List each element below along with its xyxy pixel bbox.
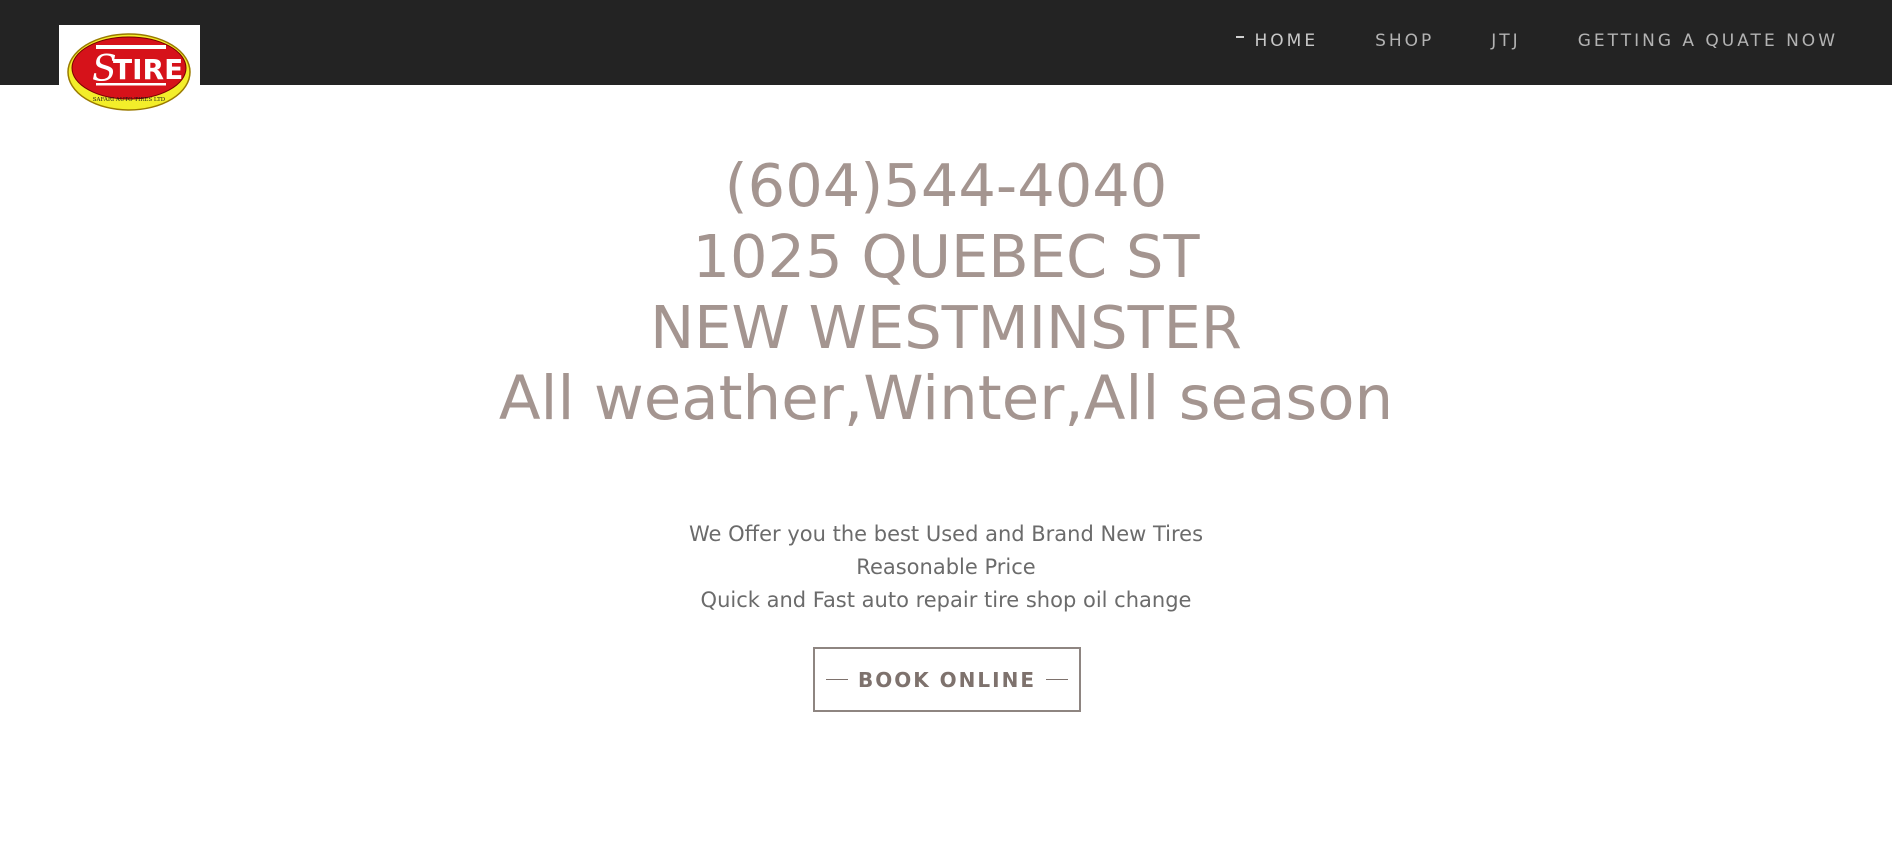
tire-types: All weather,Winter,All season (498, 363, 1394, 434)
nav-item-home[interactable]: HOME (1236, 31, 1319, 51)
dash-icon (825, 679, 848, 680)
logo-text: TIRE (113, 53, 183, 86)
nav-item-shop[interactable]: SHOP (1375, 31, 1434, 51)
nav-item-label: SHOP (1375, 31, 1435, 51)
street-address: 1025 QUEBEC ST (692, 222, 1200, 291)
city: NEW WESTMINSTER (650, 293, 1242, 362)
nav-item-quote[interactable]: GETTING A QUATE NOW (1578, 31, 1838, 51)
site-logo[interactable]: S TIRE SAFARI AUTO TIRES LTD (59, 25, 200, 113)
tire-logo-icon: S TIRE SAFARI AUTO TIRES LTD (67, 33, 191, 111)
description-line: We Offer you the best Used and Brand New… (688, 522, 1204, 546)
main-nav: HOME SHOP JTJ GETTING A QUATE NOW (1236, 0, 1838, 82)
description-line: Quick and Fast auto repair tire shop oil… (700, 588, 1192, 612)
nav-item-label: GETTING A QUATE NOW (1577, 31, 1838, 51)
description-line: Reasonable Price (856, 555, 1036, 579)
hero-heading: (604)544-4040 1025 QUEBEC ST NEW WESTMIN… (0, 150, 1892, 434)
nav-item-jtj[interactable]: JTJ (1491, 31, 1520, 51)
dash-icon (1046, 679, 1069, 680)
book-online-label: BOOK ONLINE (857, 667, 1037, 692)
book-online-button[interactable]: BOOK ONLINE (813, 647, 1081, 712)
nav-item-label: JTJ (1491, 31, 1521, 51)
nav-item-label: HOME (1254, 31, 1319, 51)
active-indicator-icon (1236, 36, 1245, 38)
phone-number: (604)544-4040 (724, 151, 1168, 220)
logo-subtext: SAFARI AUTO TIRES LTD (93, 97, 166, 103)
description: We Offer you the best Used and Brand New… (0, 518, 1892, 617)
